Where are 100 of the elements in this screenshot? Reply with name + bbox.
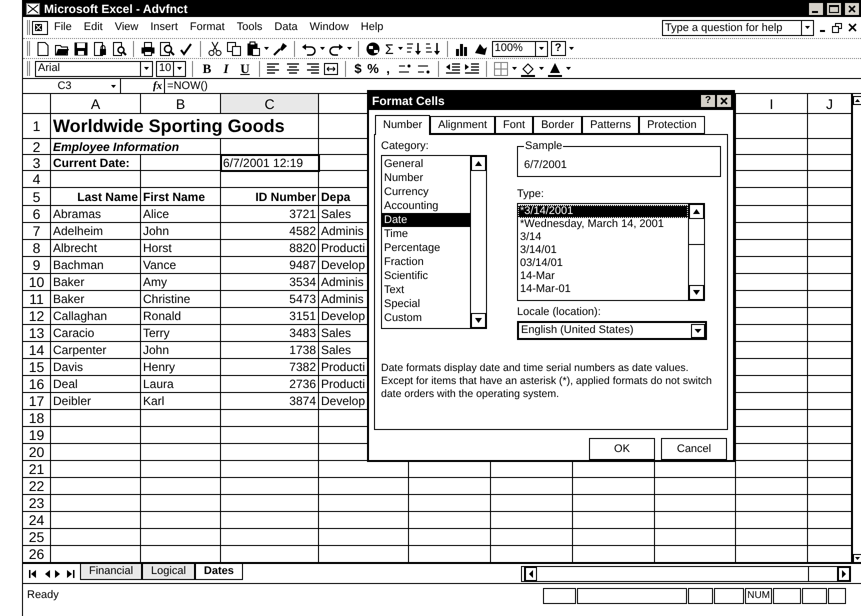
type-list[interactable]: *3/14/2001 *Wednesday, March 14, 2001 3/14 3/14/01 03/14/01 14-Mar 14-Mar-01 xyxy=(517,203,705,301)
table-cell[interactable] xyxy=(51,546,141,563)
clipboard-icon[interactable] xyxy=(245,40,261,56)
table-cell[interactable] xyxy=(736,444,808,461)
dialog-tab[interactable]: Alignment xyxy=(430,116,496,134)
indent-icon[interactable] xyxy=(464,60,480,76)
table-cell[interactable] xyxy=(573,546,655,563)
table-cell[interactable] xyxy=(141,410,221,427)
scissors-icon[interactable] xyxy=(207,40,223,56)
table-cell[interactable] xyxy=(808,427,852,444)
row-header[interactable]: 8 xyxy=(23,240,51,257)
style-button[interactable]: I xyxy=(218,62,234,75)
table-cell[interactable] xyxy=(736,495,808,512)
caret-icon[interactable] xyxy=(177,67,182,70)
row-header[interactable]: 10 xyxy=(23,274,51,291)
check-icon[interactable] xyxy=(178,40,194,56)
borders-icon[interactable] xyxy=(493,60,509,76)
sheet-tab[interactable]: Financial xyxy=(80,564,142,580)
font-color-icon[interactable] xyxy=(547,60,563,76)
horizontal-scrollbar[interactable] xyxy=(521,566,851,582)
align-right-icon[interactable] xyxy=(304,60,320,76)
row-header[interactable]: 11 xyxy=(23,291,51,308)
caret-icon[interactable] xyxy=(539,67,544,70)
row-header[interactable]: 26 xyxy=(23,546,51,563)
caret-icon[interactable] xyxy=(566,67,571,70)
outdent-icon[interactable] xyxy=(445,60,461,76)
table-cell[interactable] xyxy=(736,274,808,291)
table-cell[interactable] xyxy=(736,376,808,393)
caret-icon[interactable] xyxy=(398,47,403,50)
zoom-box[interactable]: 100% xyxy=(492,40,548,56)
row-header[interactable]: 9 xyxy=(23,257,51,274)
maximize-icon[interactable] xyxy=(827,2,841,14)
table-cell[interactable] xyxy=(808,359,852,376)
row-header[interactable]: 16 xyxy=(23,376,51,393)
caret-icon[interactable] xyxy=(568,47,574,50)
dialog-tab[interactable]: Font xyxy=(495,116,534,134)
table-cell[interactable] xyxy=(736,188,808,206)
table-cell[interactable] xyxy=(736,139,808,155)
function-button[interactable]: fx xyxy=(151,79,166,93)
caret-icon[interactable] xyxy=(144,67,149,70)
dialog-tab[interactable]: Border xyxy=(533,116,582,134)
scroll-left-icon[interactable] xyxy=(525,566,537,580)
selected-cell[interactable]: 6/7/2001 12:19 xyxy=(221,155,319,171)
table-cell[interactable] xyxy=(319,495,409,512)
table-cell[interactable] xyxy=(141,529,221,546)
row-header[interactable]: 13 xyxy=(23,325,51,342)
table-cell[interactable] xyxy=(491,495,573,512)
sheet-tab[interactable]: Dates xyxy=(194,564,243,580)
menu-item[interactable]: Tools xyxy=(230,22,268,33)
list-item[interactable]: 14-Mar-01 xyxy=(518,283,688,296)
table-cell[interactable] xyxy=(808,546,852,563)
list-item[interactable]: 03/14/01 xyxy=(518,257,688,270)
number-format-button[interactable]: $ xyxy=(352,62,364,75)
list-item[interactable]: Scientific xyxy=(382,269,470,283)
close-icon[interactable] xyxy=(845,2,859,14)
table-cell[interactable] xyxy=(221,478,319,495)
table-cell[interactable] xyxy=(808,155,852,171)
menu-item[interactable]: Data xyxy=(268,22,304,33)
table-cell[interactable] xyxy=(655,478,736,495)
table-cell[interactable] xyxy=(319,478,409,495)
category-list[interactable]: General Number Currency Accounting Date Time Percentage Fraction Scientific Text Special Custom xyxy=(381,155,487,329)
table-cell[interactable] xyxy=(409,495,491,512)
list-item[interactable]: *Wednesday, March 14, 2001 xyxy=(518,218,688,231)
row-header[interactable]: 24 xyxy=(23,512,51,529)
table-cell[interactable] xyxy=(808,114,852,139)
table-cell[interactable] xyxy=(51,478,141,495)
restore-icon[interactable] xyxy=(832,22,842,32)
select-all-button[interactable] xyxy=(23,94,51,114)
row-header[interactable]: 23 xyxy=(23,495,51,512)
magnifier-page-icon[interactable] xyxy=(111,40,127,56)
list-item[interactable]: Time xyxy=(382,227,470,241)
table-cell[interactable] xyxy=(51,444,141,461)
dialog-button[interactable]: Cancel xyxy=(661,438,727,460)
table-cell[interactable] xyxy=(736,257,808,274)
table-cell[interactable] xyxy=(808,376,852,393)
row-header[interactable]: 14 xyxy=(23,342,51,359)
sort-ascending-icon[interactable] xyxy=(406,40,422,56)
menu-item[interactable]: Edit xyxy=(78,22,109,33)
table-cell[interactable] xyxy=(808,188,852,206)
table-cell[interactable] xyxy=(51,512,141,529)
scroll-first-icon[interactable] xyxy=(29,570,39,578)
scroll-down-icon[interactable] xyxy=(471,313,486,328)
minimize-icon[interactable] xyxy=(809,2,823,14)
table-cell[interactable] xyxy=(736,114,808,139)
formula-field[interactable]: =NOW() xyxy=(165,79,861,93)
table-cell[interactable] xyxy=(491,529,573,546)
copy-icon[interactable] xyxy=(226,40,242,56)
table-cell[interactable] xyxy=(736,308,808,325)
table-cell[interactable] xyxy=(736,359,808,376)
table-cell[interactable] xyxy=(736,529,808,546)
caret-icon[interactable] xyxy=(264,47,269,50)
dialog-button[interactable]: OK xyxy=(589,438,655,460)
table-cell[interactable] xyxy=(736,325,808,342)
table-cell[interactable] xyxy=(655,495,736,512)
menu-item[interactable]: Insert xyxy=(144,22,184,33)
list-item[interactable]: Number xyxy=(382,171,470,185)
font-size-box[interactable]: 10 xyxy=(156,60,186,76)
scroll-left-icon[interactable] xyxy=(44,570,50,578)
table-cell[interactable] xyxy=(736,461,808,478)
table-cell[interactable] xyxy=(319,529,409,546)
